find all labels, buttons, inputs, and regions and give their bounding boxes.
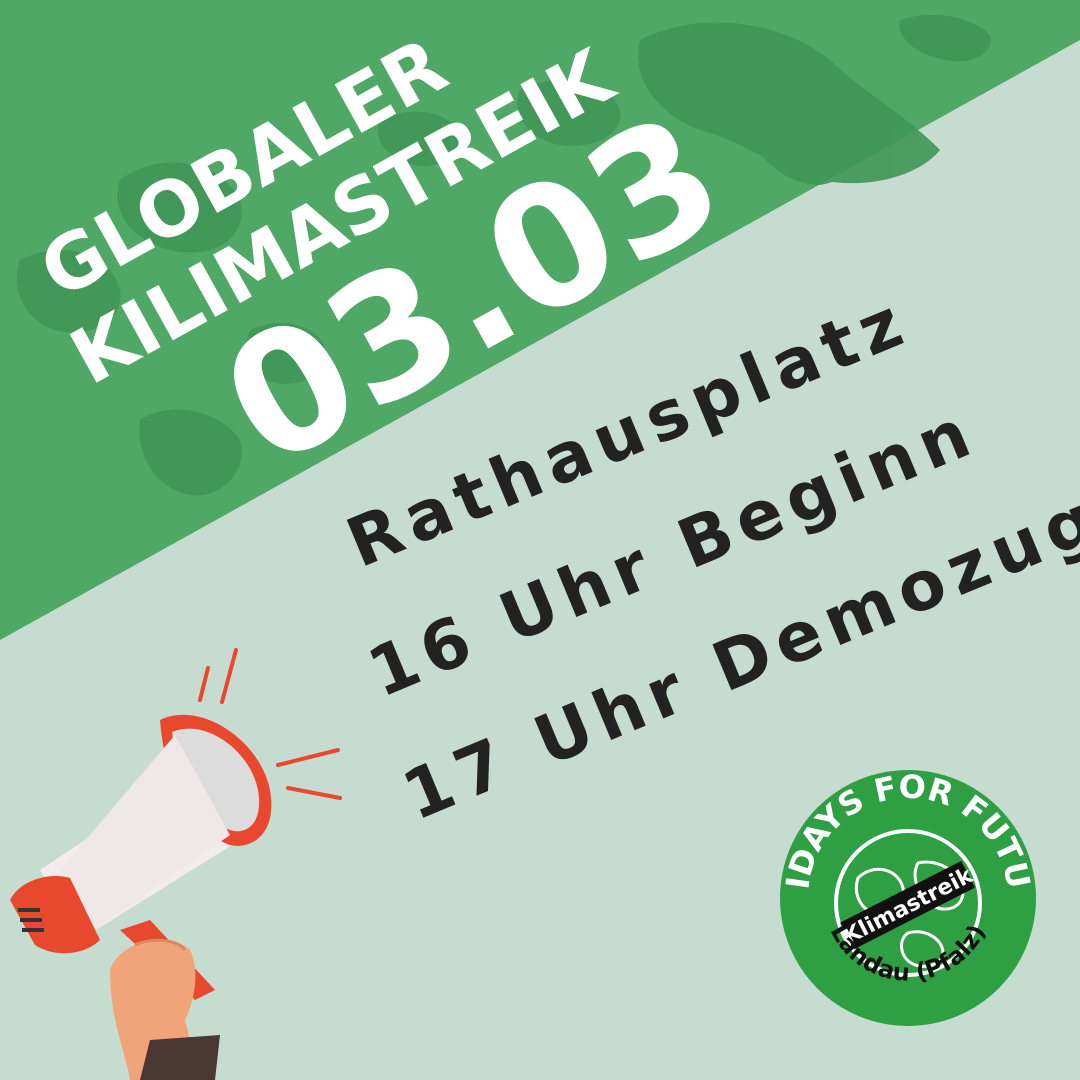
megaphone-icon [10, 648, 342, 1080]
fridays-for-future-badge: FRIDAYS FOR FUTURE Klimastreik Landau (P… [778, 768, 1038, 1026]
poster-canvas: GLOBALER KILIMASTREIK 03.03 Rathausplatz… [0, 0, 1080, 1080]
